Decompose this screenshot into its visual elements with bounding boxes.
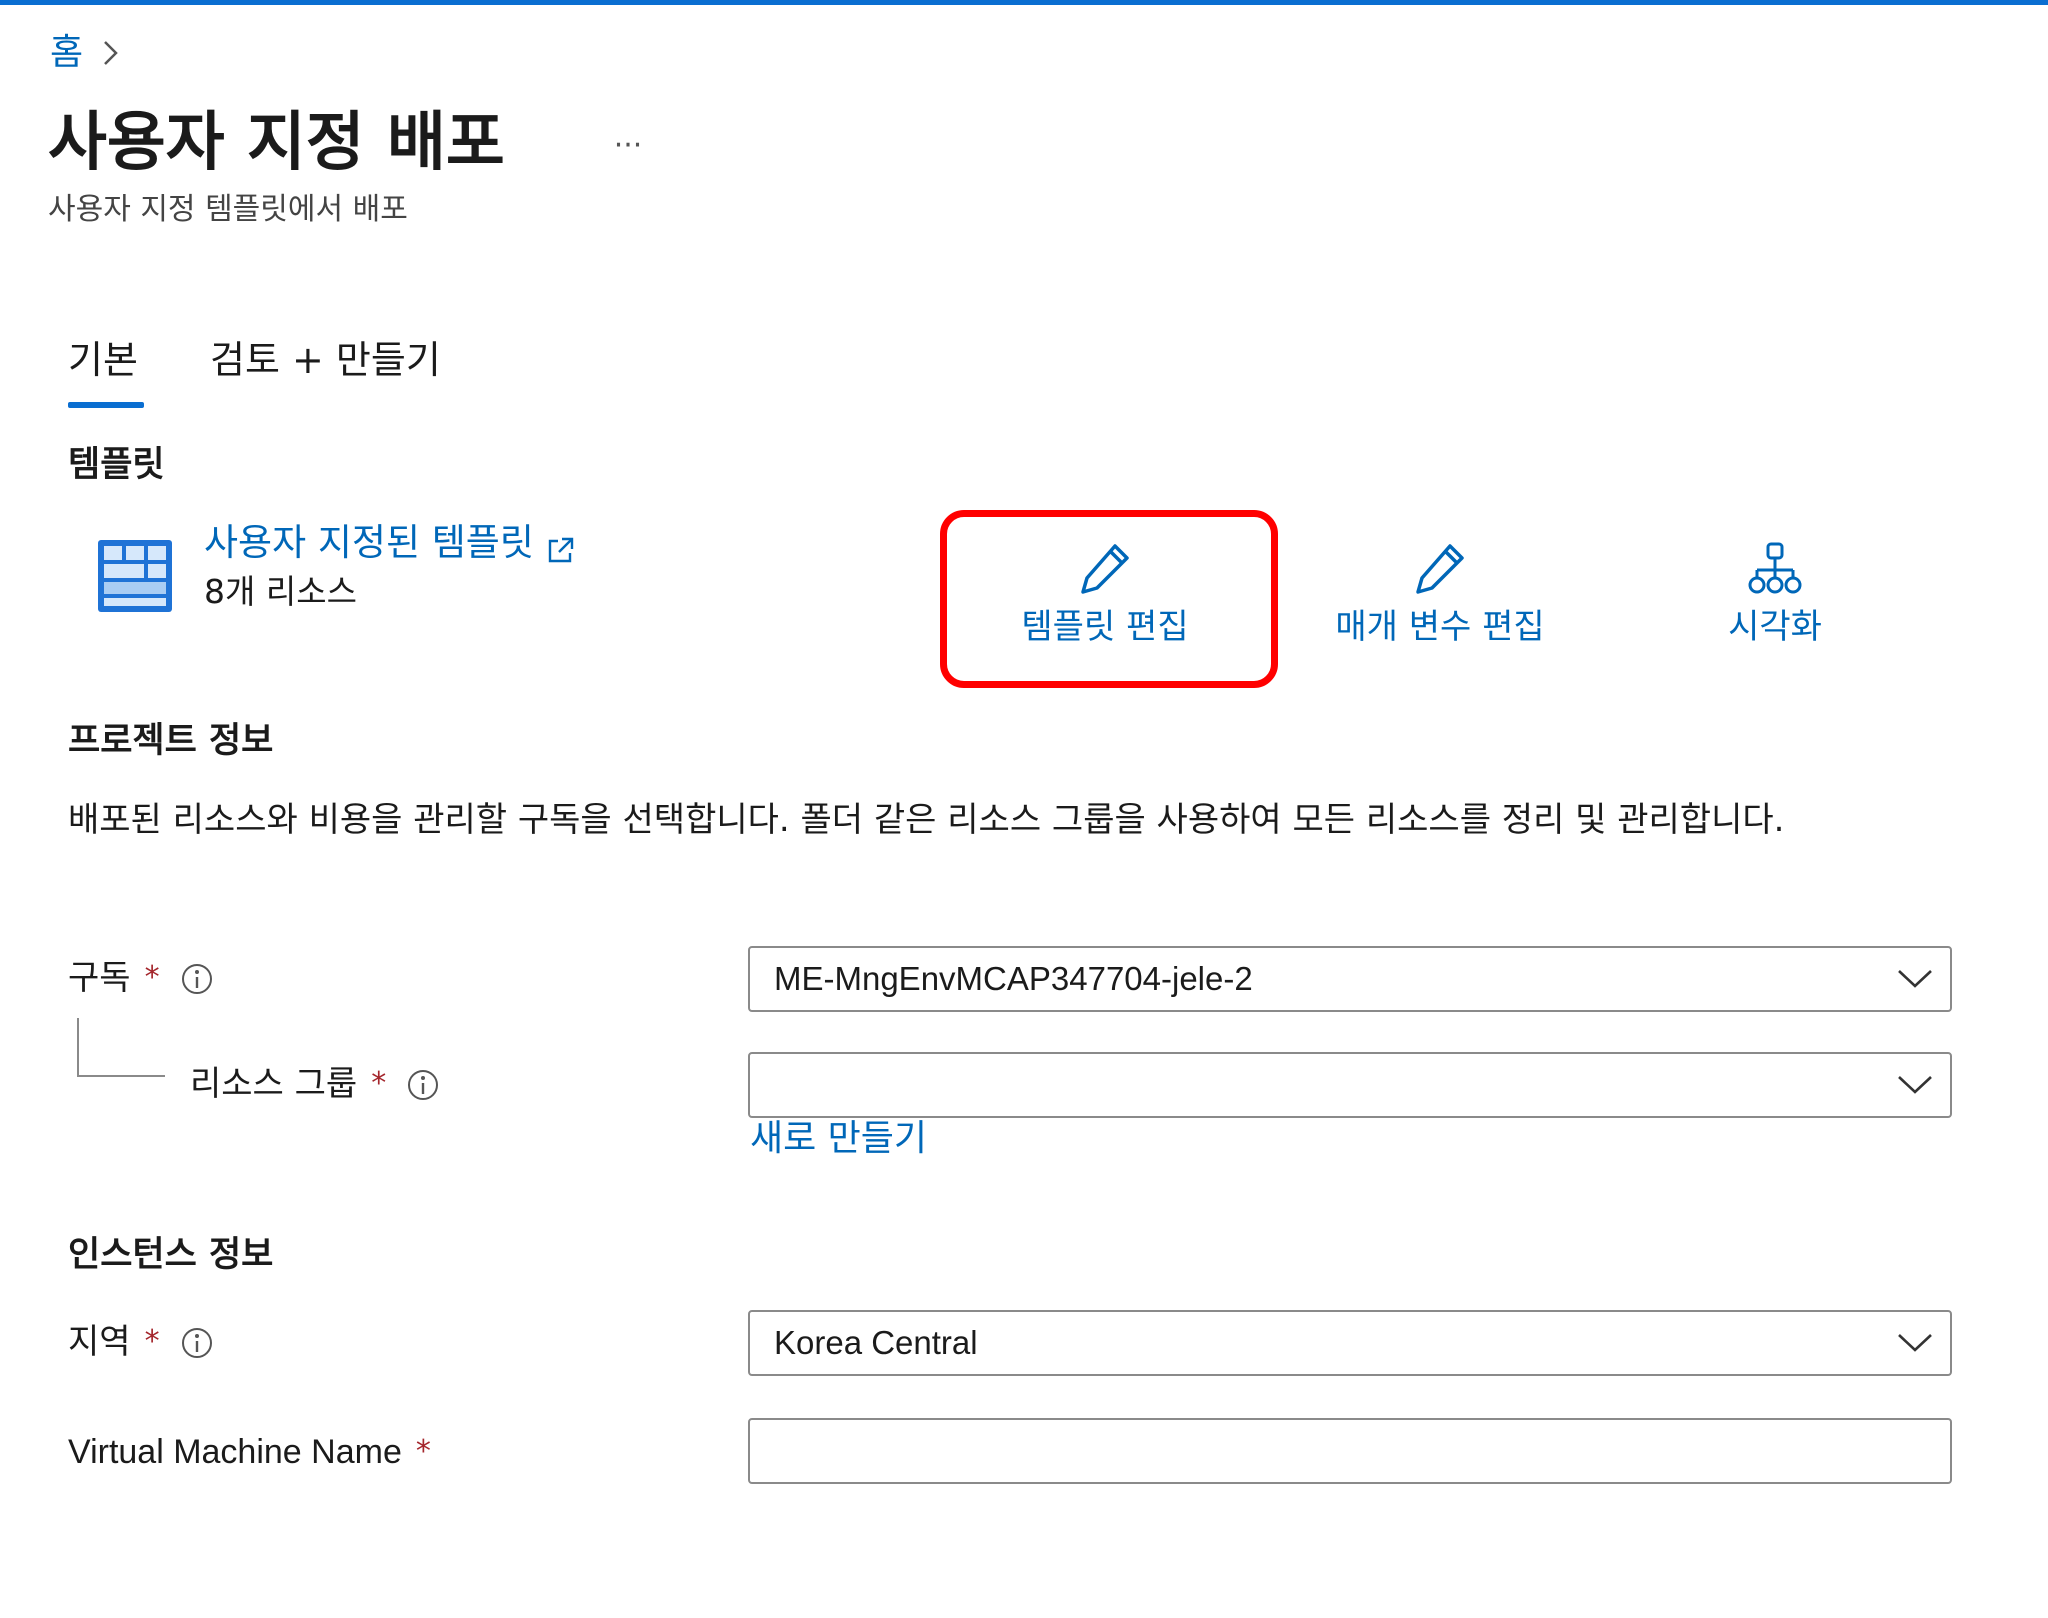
project-details-description: 배포된 리소스와 비용을 관리할 구독을 선택합니다. 폴더 같은 리소스 그룹… — [68, 800, 1785, 840]
external-link-icon — [546, 528, 576, 563]
info-icon[interactable] — [180, 1325, 214, 1359]
template-heading: 템플릿 — [68, 445, 165, 485]
tab-review-create[interactable]: 검토 + 만들기 — [210, 332, 441, 388]
region-value: Korea Central — [774, 1324, 978, 1361]
resource-group-dropdown[interactable] — [748, 1052, 1952, 1118]
subscription-value: ME-MngEnvMCAP347704-jele-2 — [774, 960, 1253, 997]
tree-connector-line — [77, 1075, 165, 1077]
chevron-down-icon — [1880, 1054, 1950, 1116]
selected-tab-indicator — [68, 402, 144, 408]
visualize-button[interactable]: 시각화 — [1690, 540, 1860, 650]
info-icon[interactable] — [180, 961, 214, 995]
edit-template-label: 템플릿 편집 — [1021, 607, 1189, 647]
custom-template-link-label[interactable]: 사용자 지정된 템플릿 — [204, 518, 534, 568]
chevron-down-icon — [1880, 1312, 1950, 1374]
custom-template-link[interactable]: 사용자 지정된 템플릿 — [204, 518, 576, 568]
region-dropdown[interactable]: Korea Central — [748, 1310, 1952, 1376]
vm-name-label-row: Virtual Machine Name * — [68, 1428, 431, 1476]
resource-group-label-row: 리소스 그룹 * — [190, 1060, 440, 1108]
vm-name-label: Virtual Machine Name — [68, 1433, 402, 1471]
edit-parameters-label: 매개 변수 편집 — [1335, 607, 1545, 647]
visualize-label: 시각화 — [1728, 607, 1822, 647]
tree-connector-line — [77, 1018, 79, 1076]
hierarchy-icon — [1747, 540, 1803, 600]
pencil-icon — [1412, 540, 1468, 600]
required-marker: * — [144, 1324, 160, 1359]
more-options-button[interactable]: ··· — [604, 118, 652, 174]
subscription-label: 구독 — [68, 958, 131, 998]
resource-count: 8개 리소스 — [204, 572, 357, 611]
required-marker: * — [415, 1434, 431, 1469]
chevron-right-icon — [101, 30, 125, 76]
create-new-resource-group-link[interactable]: 새로 만들기 — [750, 1114, 927, 1164]
subscription-dropdown[interactable]: ME-MngEnvMCAP347704-jele-2 — [748, 946, 1952, 1012]
edit-template-button[interactable]: 템플릿 편집 — [970, 540, 1240, 650]
region-label-row: 지역 * — [68, 1318, 214, 1366]
page-subtitle: 사용자 지정 템플릿에서 배포 — [48, 192, 408, 227]
breadcrumb-home-link[interactable]: 홈 — [50, 30, 83, 76]
project-details-heading: 프로젝트 정보 — [68, 721, 274, 761]
breadcrumb: 홈 — [50, 30, 125, 76]
page-title: 사용자 지정 배포 — [48, 106, 505, 180]
chevron-down-icon — [1880, 948, 1950, 1010]
edit-parameters-button[interactable]: 매개 변수 편집 — [1300, 540, 1580, 650]
vm-name-input[interactable] — [748, 1418, 1952, 1484]
template-grid-icon — [98, 540, 172, 612]
info-icon[interactable] — [406, 1067, 440, 1101]
pencil-icon — [1077, 540, 1133, 600]
required-marker: * — [144, 960, 160, 995]
region-label: 지역 — [68, 1322, 131, 1362]
tab-basics[interactable]: 기본 — [68, 332, 138, 388]
required-marker: * — [371, 1066, 387, 1101]
instance-details-heading: 인스턴스 정보 — [68, 1235, 274, 1275]
resource-group-label: 리소스 그룹 — [190, 1064, 358, 1104]
top-accent-bar — [0, 0, 2048, 5]
subscription-label-row: 구독 * — [68, 954, 214, 1002]
